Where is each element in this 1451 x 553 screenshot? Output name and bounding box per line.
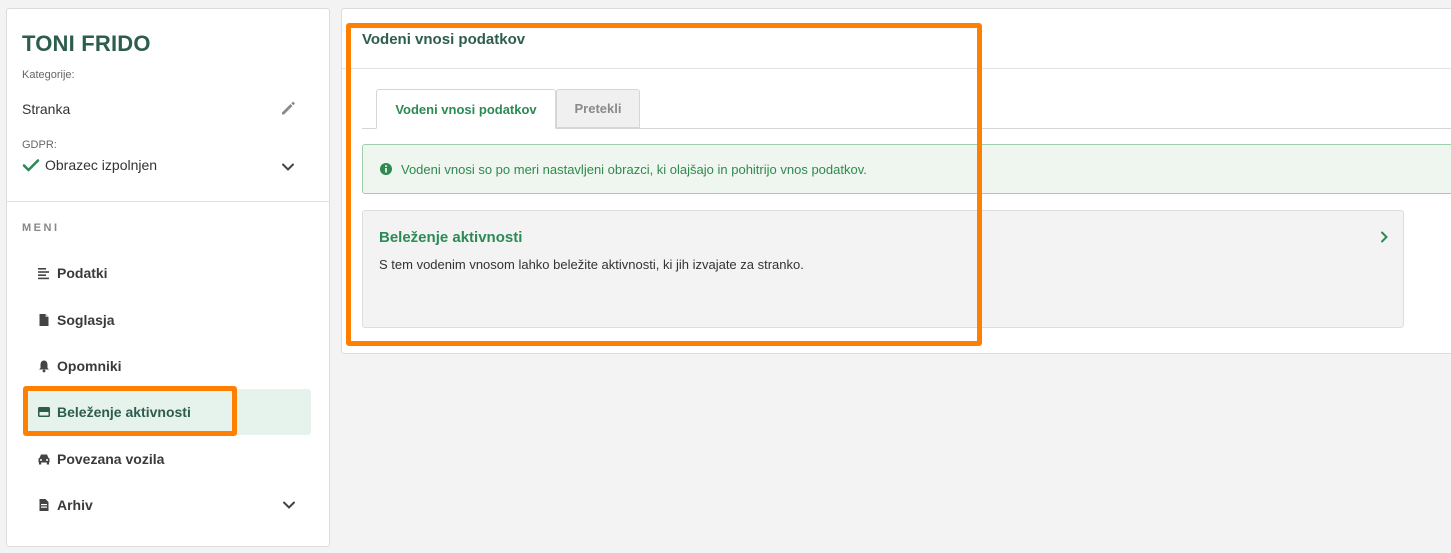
menu-item-opomniki[interactable]: Opomniki	[23, 343, 311, 389]
header-divider	[342, 68, 1451, 69]
check-icon	[22, 156, 40, 174]
client-name: TONI FRIDO	[22, 31, 151, 56]
info-icon	[379, 162, 393, 176]
chevron-down-icon[interactable]	[281, 497, 297, 513]
menu-item-soglasja[interactable]: Soglasja	[23, 297, 311, 343]
sidebar: TONI FRIDO Kategorije: Stranka GDPR: Obr…	[6, 8, 330, 547]
menu-title: MENI	[22, 222, 60, 234]
menu-item-label: Povezana vozila	[57, 451, 165, 467]
menu-item-belezenje-aktivnosti[interactable]: Beleženje aktivnosti	[23, 389, 311, 435]
document-icon	[37, 313, 51, 327]
menu-item-label: Podatki	[57, 265, 108, 281]
gdpr-status: Obrazec izpolnjen	[45, 157, 158, 173]
tab-vodeni-vnosi[interactable]: Vodeni vnosi podatkov	[376, 89, 556, 129]
tab-pretekli[interactable]: Pretekli	[556, 89, 640, 128]
pencil-icon[interactable]	[279, 99, 297, 117]
card-description: S tem vodenim vnosom lahko beležite akti…	[379, 257, 804, 272]
menu-item-label: Opomniki	[57, 358, 122, 374]
menu-item-povezana-vozila[interactable]: Povezana vozila	[23, 436, 311, 482]
list-icon	[37, 266, 51, 280]
page-title: Vodeni vnosi podatkov	[362, 31, 526, 48]
menu-item-label: Arhiv	[57, 497, 93, 513]
chevron-right-icon[interactable]	[1377, 230, 1391, 244]
menu-item-podatki[interactable]: Podatki	[23, 250, 311, 296]
guided-entry-card[interactable]: Beleženje aktivnosti S tem vodenim vnoso…	[362, 210, 1404, 328]
car-icon	[37, 452, 51, 466]
chevron-down-icon[interactable]	[280, 159, 296, 175]
category-value: Stranka	[22, 101, 71, 117]
sidebar-divider	[7, 201, 329, 202]
main-panel: Vodeni vnosi podatkov Vodeni vnosi podat…	[341, 8, 1451, 354]
document-icon	[37, 498, 51, 512]
info-alert: Vodeni vnosi so po meri nastavljeni obra…	[362, 144, 1451, 194]
category-label: Kategorije:	[22, 69, 75, 81]
bell-icon	[37, 359, 51, 373]
gdpr-label: GDPR:	[22, 139, 57, 151]
menu-item-label: Soglasja	[57, 312, 115, 328]
card-icon	[37, 405, 51, 419]
menu-item-arhiv[interactable]: Arhiv	[23, 482, 311, 528]
card-title: Beleženje aktivnosti	[379, 229, 523, 246]
menu-item-label: Beleženje aktivnosti	[57, 404, 191, 420]
alert-text: Vodeni vnosi so po meri nastavljeni obra…	[401, 161, 867, 177]
